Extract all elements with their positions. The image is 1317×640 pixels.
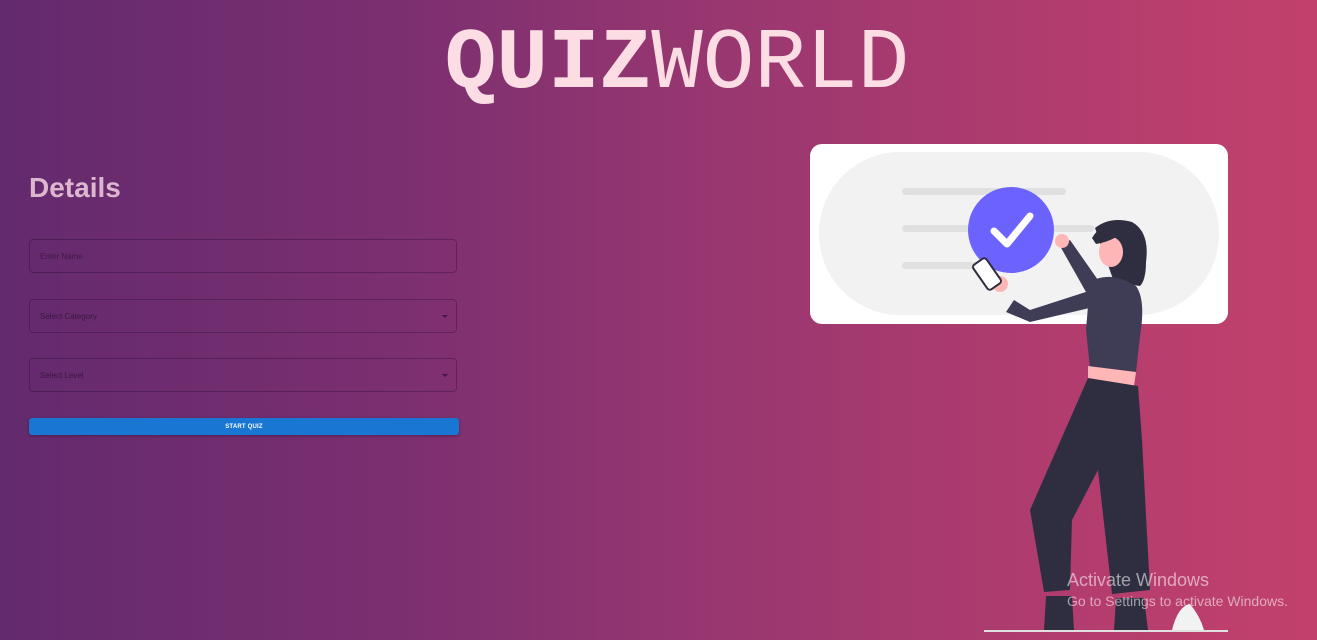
name-input[interactable] — [40, 251, 456, 261]
app-title-light: WORLD — [651, 15, 910, 113]
category-select-label: Select Category — [40, 311, 97, 321]
chevron-down-icon — [442, 374, 448, 377]
person-pants — [1030, 378, 1150, 594]
start-quiz-button[interactable]: START QUIZ — [29, 418, 459, 435]
person-checking-quiz-illustration — [810, 144, 1228, 632]
name-field[interactable] — [29, 239, 457, 273]
text-line-shape — [902, 188, 1066, 195]
plant-shape — [1172, 604, 1204, 630]
person-shoe-right — [1114, 598, 1148, 630]
details-heading: Details — [29, 172, 121, 203]
person-torso — [1086, 276, 1143, 372]
app-title: QUIZWORLD — [0, 14, 1317, 114]
level-select-label: Select Level — [40, 370, 84, 380]
category-select[interactable]: Select Category — [29, 299, 457, 333]
chevron-down-icon — [442, 315, 448, 318]
person-shoe-left — [1044, 596, 1074, 630]
level-select[interactable]: Select Level — [29, 358, 457, 392]
app-title-bold: QUIZ — [444, 15, 652, 113]
person-hand — [1055, 234, 1069, 248]
